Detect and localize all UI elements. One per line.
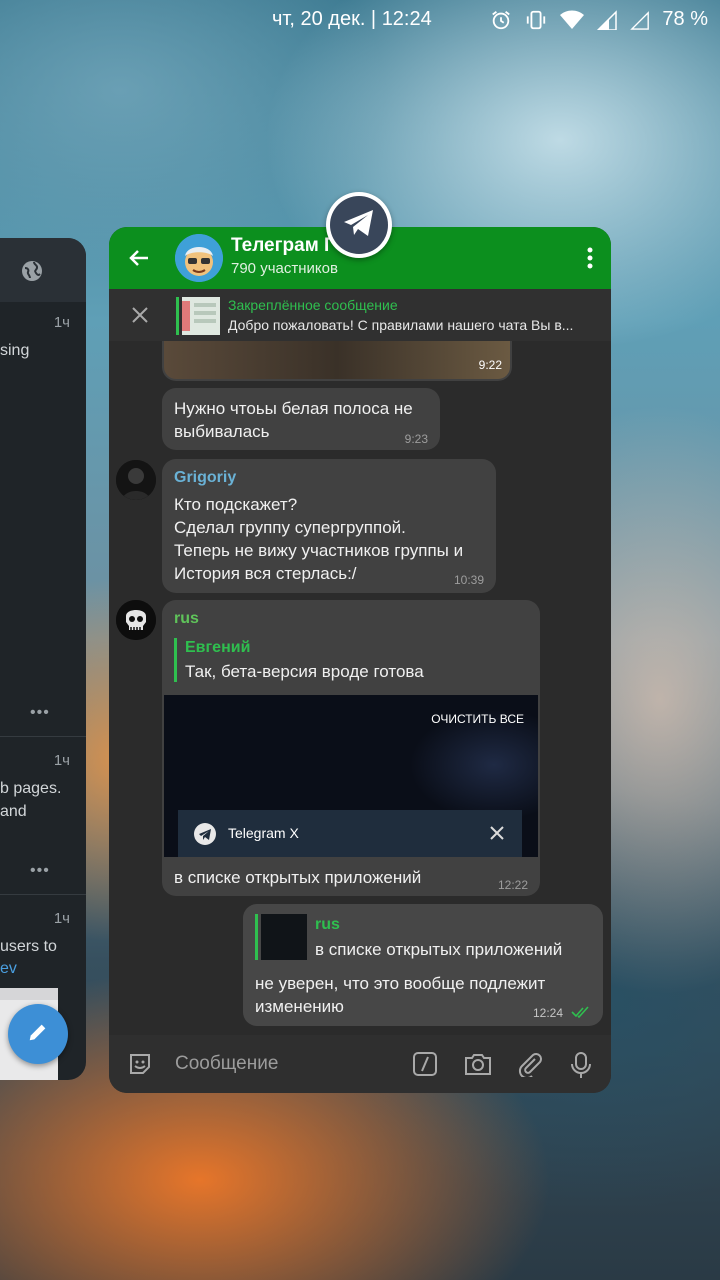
recent-app-header: Telegram X bbox=[178, 810, 522, 857]
message-bubble[interactable]: Нужно чтоьы белая полоса не выбивалась 9… bbox=[162, 388, 440, 450]
list-item-text: and bbox=[0, 803, 27, 820]
reply-accent-bar bbox=[174, 638, 177, 682]
telegram-icon bbox=[342, 208, 376, 243]
signal2-icon bbox=[630, 10, 650, 30]
browser-header bbox=[0, 238, 86, 302]
microphone-icon[interactable] bbox=[570, 1051, 592, 1084]
clear-all-label: ОЧИСТИТЬ ВСЕ bbox=[431, 712, 524, 726]
telegram-x-icon bbox=[194, 823, 216, 845]
more-dots-icon[interactable]: ••• bbox=[30, 862, 50, 880]
message-bubble-outgoing[interactable]: rus в списке открытых приложений не увер… bbox=[243, 904, 603, 1026]
image-attachment[interactable]: ОЧИСТИТЬ ВСЕ Telegram X bbox=[164, 695, 538, 857]
close-icon[interactable] bbox=[131, 306, 149, 329]
message-text: Нужно чтоьы белая полоса не выбивалась bbox=[174, 399, 413, 441]
camera-icon[interactable] bbox=[464, 1051, 492, 1082]
chat-title[interactable]: Телеграм Г bbox=[231, 235, 335, 257]
recent-app-card-browser[interactable]: 1ч sing ••• 1ч b pages. and ••• 1ч users… bbox=[0, 238, 86, 1080]
message-time: 9:22 bbox=[478, 358, 502, 372]
globe-icon[interactable] bbox=[20, 259, 44, 288]
pencil-icon bbox=[27, 1021, 49, 1048]
close-icon bbox=[490, 826, 504, 845]
wifi-icon bbox=[560, 10, 585, 30]
sender-name[interactable]: Grigoriy bbox=[174, 469, 236, 487]
pinned-accent-bar bbox=[176, 297, 179, 335]
divider bbox=[0, 736, 86, 737]
back-arrow-icon[interactable] bbox=[127, 246, 151, 275]
reply-accent-bar bbox=[255, 914, 258, 960]
pinned-message-bar[interactable]: Закреплённое сообщение Добро пожаловать!… bbox=[109, 289, 611, 341]
message-text: в списке открытых приложений bbox=[174, 868, 422, 887]
reply-thumbnail bbox=[261, 914, 307, 960]
list-item-time: 1ч bbox=[53, 910, 70, 927]
double-check-icon bbox=[571, 1005, 591, 1024]
vibrate-icon bbox=[524, 9, 548, 31]
telegram-app-badge[interactable] bbox=[326, 192, 392, 258]
pinned-thumbnail bbox=[182, 297, 220, 335]
photo-attachment[interactable] bbox=[164, 341, 510, 379]
message-bubble[interactable]: 9:22 bbox=[162, 341, 512, 381]
list-item-link[interactable]: ev bbox=[0, 960, 17, 978]
pinned-label: Закреплённое сообщение bbox=[228, 297, 398, 313]
message-input[interactable]: Сообщение bbox=[175, 1053, 278, 1075]
battery-percent: 78 % bbox=[662, 8, 708, 30]
member-count: 790 участников bbox=[231, 260, 338, 277]
message-input-bar: Сообщение bbox=[109, 1035, 611, 1093]
compose-button[interactable] bbox=[8, 1004, 68, 1064]
alarm-icon bbox=[490, 9, 512, 31]
recent-app-card-telegram[interactable]: Телеграм Г 790 участников Закреплённое с… bbox=[109, 227, 611, 1093]
message-text: Кто подскажет? Сделал группу супергруппо… bbox=[174, 495, 464, 583]
more-dots-icon[interactable]: ••• bbox=[30, 704, 50, 722]
more-vert-icon[interactable] bbox=[587, 247, 593, 274]
pinned-text: Добро пожаловать! С правилами нашего чат… bbox=[228, 317, 574, 333]
list-item-time: 1ч bbox=[53, 752, 70, 769]
message-list[interactable]: 9:22 Нужно чтоьы белая полоса не выбивал… bbox=[109, 341, 611, 1035]
message-time: 9:23 bbox=[404, 432, 428, 446]
sticker-icon[interactable] bbox=[127, 1051, 153, 1082]
reply-text: в списке открытых приложений bbox=[315, 940, 563, 959]
message-time: 10:39 bbox=[453, 573, 484, 587]
message-bubble[interactable]: rus Евгений Так, бета-версия вроде готов… bbox=[162, 600, 540, 896]
group-avatar[interactable] bbox=[175, 234, 223, 282]
status-bar: чт, 20 дек. | 12:24 78 % bbox=[0, 0, 720, 40]
message-time: 12:22 bbox=[497, 878, 528, 892]
recent-app-name: Telegram X bbox=[228, 825, 299, 841]
divider bbox=[0, 894, 86, 895]
message-time: 12:24 bbox=[532, 1006, 563, 1020]
bot-commands-icon[interactable] bbox=[412, 1051, 438, 1082]
list-item-text: b pages. bbox=[0, 780, 62, 797]
message-text: не уверен, что это вообще подлежит измен… bbox=[255, 974, 546, 1016]
attach-icon[interactable] bbox=[517, 1051, 543, 1082]
reply-sender[interactable]: Евгений bbox=[185, 639, 250, 657]
status-datetime: чт, 20 дек. | 12:24 bbox=[272, 8, 432, 30]
signal-icon bbox=[596, 9, 618, 30]
message-bubble[interactable]: Grigoriy Кто подскажет? Сделал группу су… bbox=[162, 459, 496, 593]
list-item-text: sing bbox=[0, 342, 30, 359]
reply-sender[interactable]: rus bbox=[315, 916, 340, 934]
avatar[interactable] bbox=[116, 460, 156, 500]
reply-text: Так, бета-версия вроде готова bbox=[185, 662, 424, 681]
list-item-time: 1ч bbox=[53, 314, 70, 331]
avatar[interactable] bbox=[116, 600, 156, 640]
list-item-text: users to bbox=[0, 938, 57, 955]
sender-name[interactable]: rus bbox=[174, 610, 199, 628]
